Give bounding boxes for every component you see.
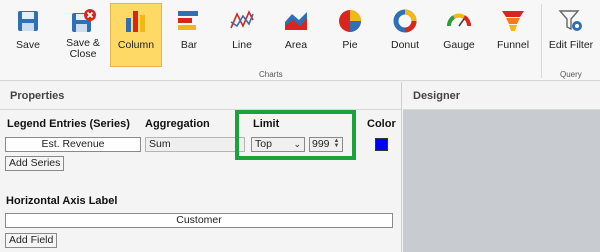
- series-field[interactable]: Est. Revenue: [5, 137, 141, 152]
- column-chart-icon: [120, 6, 152, 36]
- designer-panel: Designer: [403, 82, 600, 252]
- save-close-icon: [67, 6, 99, 36]
- bar-chart-icon: [173, 6, 205, 36]
- color-column-header: Color: [367, 118, 396, 130]
- filter-gear-icon: [555, 6, 587, 36]
- gauge-icon: [443, 6, 475, 36]
- funnel-chart-icon: [497, 6, 529, 36]
- query-group-label: Query: [560, 70, 582, 79]
- ribbon-separator: [541, 4, 542, 78]
- donut-chart-icon: [389, 6, 421, 36]
- save-icon: [12, 6, 44, 36]
- column-chart-button[interactable]: Column: [110, 3, 162, 67]
- limit-highlight-box: [235, 110, 356, 160]
- series-column-header: Legend Entries (Series): [7, 118, 130, 130]
- gauge-button[interactable]: Gauge: [436, 4, 482, 66]
- charts-group-label: Charts: [259, 70, 283, 79]
- add-series-button[interactable]: Add Series: [5, 156, 65, 171]
- donut-chart-button[interactable]: Donut: [382, 4, 428, 66]
- edit-filter-button[interactable]: Edit Filter: [544, 4, 598, 66]
- save-close-button[interactable]: Save & Close: [58, 4, 108, 66]
- properties-header: Properties: [0, 82, 401, 110]
- pie-chart-icon: [334, 6, 366, 36]
- pie-chart-button[interactable]: Pie: [328, 4, 372, 66]
- funnel-chart-button[interactable]: Funnel: [490, 4, 536, 66]
- axis-field[interactable]: Customer: [5, 213, 393, 228]
- area-chart-button[interactable]: Area: [274, 4, 318, 66]
- ribbon-toolbar: Save Save & Close Column Bar Line Area P…: [0, 0, 600, 81]
- line-chart-icon: [226, 6, 258, 36]
- bar-chart-button[interactable]: Bar: [168, 4, 210, 66]
- aggregation-field[interactable]: Sum: [145, 137, 245, 152]
- area-chart-icon: [280, 6, 312, 36]
- aggregation-column-header: Aggregation: [145, 118, 210, 130]
- series-color-swatch[interactable]: [375, 138, 388, 151]
- add-field-button[interactable]: Add Field: [5, 233, 58, 248]
- axis-label-header: Horizontal Axis Label: [6, 195, 118, 207]
- save-button[interactable]: Save: [6, 4, 50, 66]
- line-chart-button[interactable]: Line: [220, 4, 264, 66]
- designer-header: Designer: [403, 82, 600, 110]
